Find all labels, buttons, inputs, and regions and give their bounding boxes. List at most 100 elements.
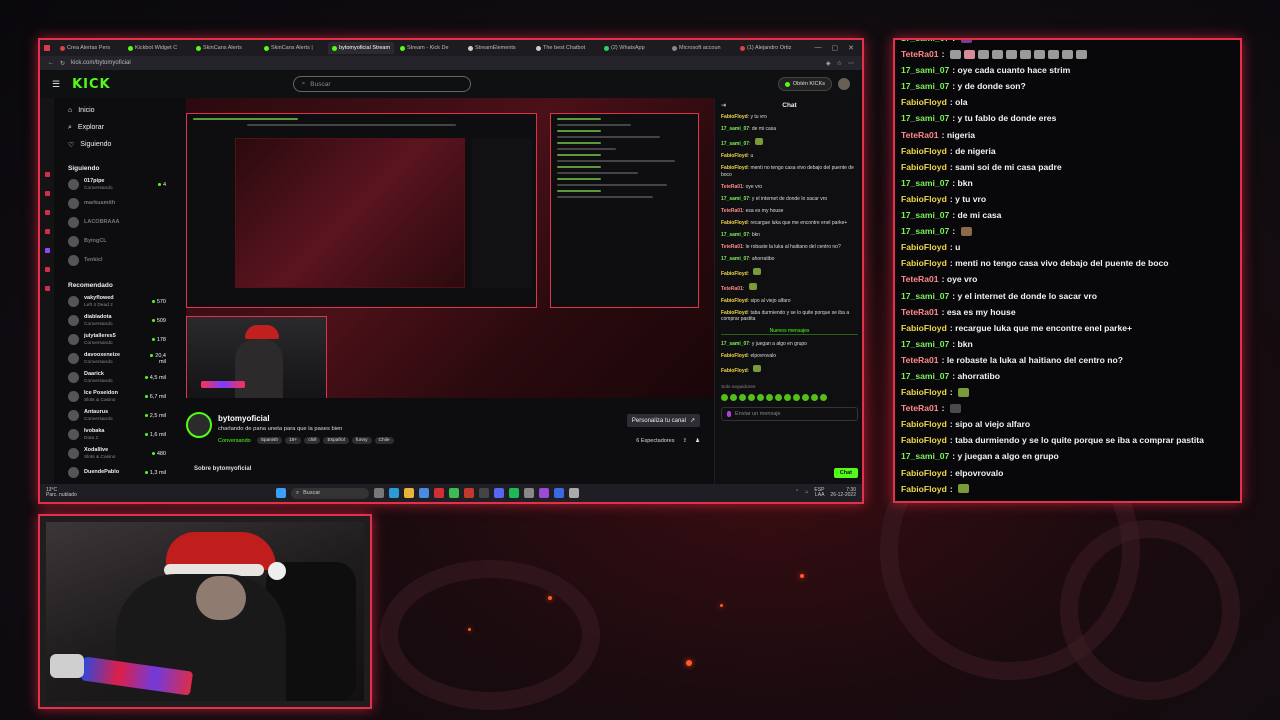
sidebar-channel[interactable]: Antaurus Conversando 2,5 mil	[54, 406, 170, 425]
nav-item-explorar[interactable]: ⌕ Explorar	[54, 119, 170, 136]
chat-username[interactable]: FabioFloyd	[721, 220, 748, 226]
stream-player[interactable]	[186, 98, 714, 398]
chat-username[interactable]: TeteRa01	[721, 286, 743, 292]
sidebar-channel[interactable]: Xodallive Slots & Casino 480	[54, 444, 170, 463]
app-icon[interactable]	[524, 488, 534, 498]
weather-widget[interactable]: 13°C Parc. nublado	[46, 487, 96, 499]
chat-username[interactable]: 17_sami_07	[721, 232, 749, 238]
sidebar-channel[interactable]: julytalleres5 Conversando 178	[54, 330, 170, 349]
browser-tab[interactable]: Microsoft accoun	[668, 42, 734, 54]
channel-avatar[interactable]	[186, 412, 212, 438]
browser-tab[interactable]: SkinCans Alerts |	[260, 42, 326, 54]
chat-username[interactable]: FabioFloyd	[721, 165, 748, 171]
taskbar-search[interactable]: ⌕ Buscar	[291, 487, 369, 499]
edge-icon[interactable]	[389, 488, 399, 498]
reload-icon[interactable]: ↻	[60, 60, 65, 67]
channel-name[interactable]: bytomyoficial	[218, 414, 270, 423]
browser-tab[interactable]: The best Chatbot	[532, 42, 598, 54]
nav-item-siguiendo[interactable]: ♡ Siguiendo	[54, 136, 170, 153]
discord-icon[interactable]	[494, 488, 504, 498]
app-icon[interactable]	[569, 488, 579, 498]
chrome-icon[interactable]	[449, 488, 459, 498]
star-icon[interactable]: ☆	[837, 60, 842, 67]
emote-icon[interactable]	[721, 394, 728, 401]
spotify-icon[interactable]	[509, 488, 519, 498]
search-input[interactable]: ⌕ Buscar	[292, 76, 471, 92]
chat-username[interactable]: TeteRa01	[721, 208, 743, 214]
back-icon[interactable]: ←	[48, 60, 54, 66]
emote-icon[interactable]	[739, 394, 746, 401]
sidebar-channel[interactable]: LACOBRAAA	[54, 213, 170, 232]
emote-icon[interactable]	[784, 394, 791, 401]
share-icon[interactable]: ⇪	[682, 438, 687, 444]
network-icon[interactable]: ⌂	[805, 490, 808, 496]
obs-icon[interactable]	[479, 488, 489, 498]
sidebar-channel[interactable]: Daarick Conversando 4,5 mil	[54, 368, 170, 387]
chat-username[interactable]: FabioFloyd	[721, 271, 748, 277]
sidebar-channel[interactable]: Ivobaka Dota 2 1,6 mil	[54, 425, 170, 444]
emote-icon[interactable]	[757, 394, 764, 401]
emote-icon[interactable]	[730, 394, 737, 401]
browser-tab[interactable]: Kickbot Widget C	[124, 42, 190, 54]
browser-tab[interactable]: bytomyoficial Stream	[328, 42, 394, 54]
emote-icon[interactable]	[811, 394, 818, 401]
emote-icon[interactable]	[748, 394, 755, 401]
nav-item-inicio[interactable]: ⌂ Inicio	[54, 102, 170, 119]
chat-username[interactable]: FabioFloyd	[721, 310, 748, 316]
file-explorer-icon[interactable]	[404, 488, 414, 498]
user-avatar[interactable]	[838, 78, 850, 90]
collapse-chat-icon[interactable]: ⇥	[721, 102, 726, 109]
stream-tag[interactable]: 18+	[285, 437, 302, 444]
browser-tab[interactable]: Crea Alertas Pers	[56, 42, 122, 54]
emote-icon[interactable]	[775, 394, 782, 401]
close-icon[interactable]: ✕	[848, 44, 854, 52]
chat-username[interactable]: 17_sami_07	[721, 196, 749, 202]
chat-send-button[interactable]: Chat	[833, 468, 858, 478]
chat-input[interactable]: Enviar un mensaje	[721, 407, 858, 421]
chat-username[interactable]: FabioFloyd	[721, 298, 748, 304]
store-icon[interactable]	[419, 488, 429, 498]
stream-tag[interactable]: Chile	[374, 437, 394, 444]
language-indicator[interactable]: ESP LAA	[814, 487, 824, 499]
follow-user-icon[interactable]: ♟	[695, 438, 700, 444]
maximize-icon[interactable]: ▢	[832, 44, 839, 52]
chat-username[interactable]: 17_sami_07	[721, 126, 749, 132]
tab-actions-icon[interactable]	[44, 45, 50, 51]
customize-channel-button[interactable]: Personaliza tu canal ↗	[626, 414, 700, 427]
sidebar-channel[interactable]: DuendePablo 1,3 mil	[54, 463, 170, 482]
app-icon[interactable]	[539, 488, 549, 498]
chat-username[interactable]: FabioFloyd	[721, 153, 748, 159]
emote-icon[interactable]	[820, 394, 827, 401]
stream-tag[interactable]: funny	[351, 437, 372, 444]
sidebar-channel[interactable]: Tenkicl	[54, 251, 170, 270]
stream-tag[interactable]: Spanish	[256, 437, 283, 444]
sidebar-channel[interactable]: markuamith	[54, 194, 170, 213]
stream-tag[interactable]: chill	[304, 437, 321, 444]
app-icon[interactable]	[554, 488, 564, 498]
chat-username[interactable]: TeteRa01	[721, 184, 743, 190]
chat-username[interactable]: TeteRa01	[721, 244, 743, 250]
sidebar-channel[interactable]: vakyflowed Left 4 Dead 2 570	[54, 292, 170, 311]
sidebar-channel[interactable]: 017pipe Conversando 4	[54, 175, 170, 194]
sidebar-channel[interactable]: diabladota Conversando 509	[54, 311, 170, 330]
sidebar-channel[interactable]: Ice Poseidon Slots & Casino 6,7 mil	[54, 387, 170, 406]
chat-username[interactable]: 17_sami_07	[721, 256, 749, 262]
tray-chevron-icon[interactable]: ⌃	[795, 490, 799, 496]
url-field[interactable]: kick.com/bytomyoficial	[71, 60, 131, 66]
stream-category[interactable]: Conversando	[218, 438, 251, 444]
menu-dots-icon[interactable]: ⋯	[848, 60, 854, 67]
extension-icon[interactable]: ◈	[826, 60, 831, 67]
chat-username[interactable]: FabioFloyd	[721, 114, 748, 120]
new-messages-divider[interactable]: Nuevos mensajes	[721, 328, 858, 335]
hamburger-menu-icon[interactable]: ☰	[52, 79, 60, 90]
kick-logo[interactable]: KICK	[72, 77, 111, 92]
chat-username[interactable]: 17_sami_07	[721, 141, 749, 147]
minimize-icon[interactable]: —	[815, 44, 822, 52]
stream-tag[interactable]: Español	[323, 437, 349, 444]
chat-username[interactable]: FabioFloyd	[721, 368, 748, 374]
browser-tab[interactable]: StreamElements	[464, 42, 530, 54]
emote-icon[interactable]	[766, 394, 773, 401]
app-icon[interactable]	[434, 488, 444, 498]
windows-start-icon[interactable]	[276, 488, 286, 498]
get-kicks-button[interactable]: Obtén KICKs	[777, 77, 832, 91]
